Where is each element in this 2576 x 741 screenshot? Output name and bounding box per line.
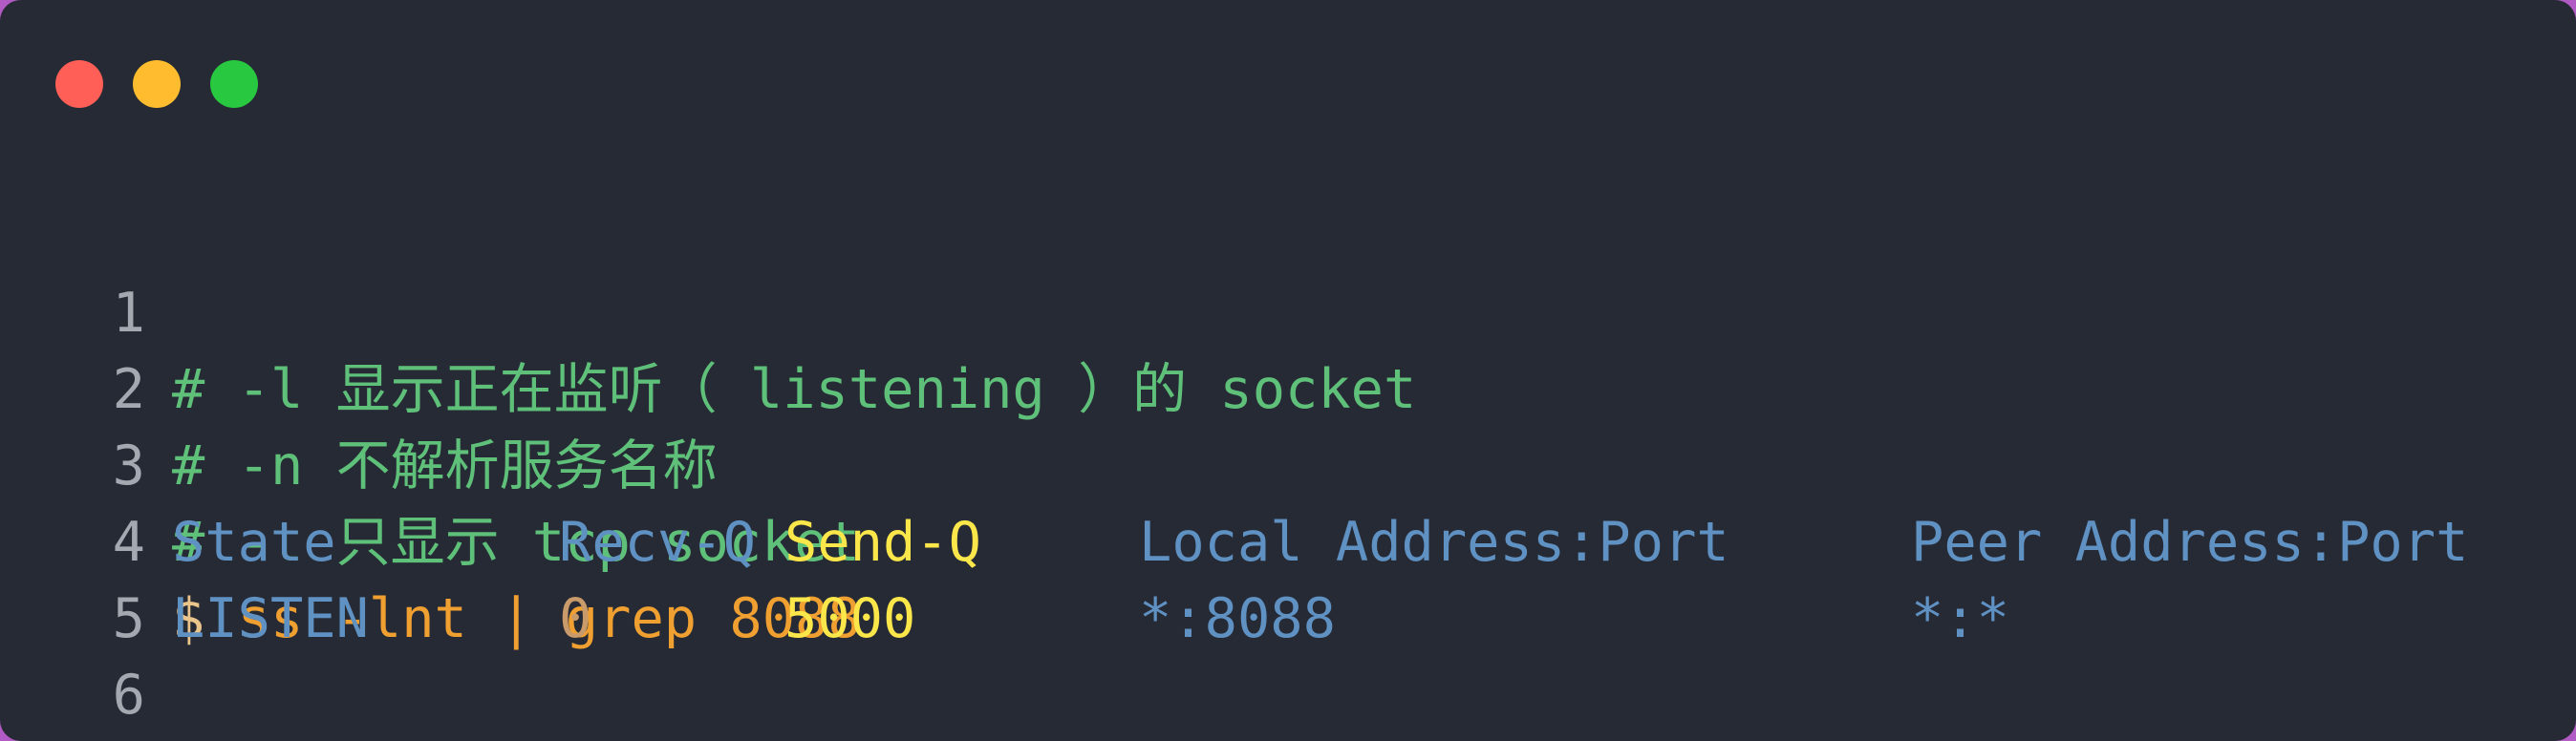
code-line: 1 # -l 显示正在监听（ listening ）的 socket xyxy=(0,199,2576,421)
window-controls xyxy=(55,60,258,108)
code-line: 4 $ ss -lnt | grep 8088 xyxy=(0,428,2576,650)
maximize-button[interactable] xyxy=(210,60,258,108)
header-send-q: Send-Q xyxy=(784,511,981,574)
value-recv-q: 0 xyxy=(559,587,592,650)
minimize-button[interactable] xyxy=(133,60,181,108)
value-send-q: 5000 xyxy=(784,587,916,650)
code-line: 3 # -t 只显示 tcp socket xyxy=(0,351,2576,574)
terminal-window: 1 # -l 显示正在监听（ listening ）的 socket 2 # -… xyxy=(0,0,2576,741)
header-peer-address: Peer Address:Port xyxy=(1911,511,2469,574)
code-line: 6 LISTEN 0 5000 *:8088 *:* xyxy=(0,581,2576,727)
value-peer-address: *:* xyxy=(1911,587,2009,650)
header-local-address: Local Address:Port xyxy=(1139,511,1729,574)
line-number: 6 xyxy=(112,664,145,727)
code-block: 1 # -l 显示正在监听（ listening ）的 socket 2 # -… xyxy=(0,199,2576,727)
header-recv-q: Recv-Q xyxy=(559,511,756,574)
value-state: LISTEN xyxy=(172,587,369,650)
code-line: 5 State Recv-Q Send-Q Local Address:Port… xyxy=(0,504,2576,650)
header-state: State xyxy=(172,511,336,574)
code-line: 2 # -n 不解析服务名称 xyxy=(0,275,2576,498)
value-local-address: *:8088 xyxy=(1139,587,1336,650)
close-button[interactable] xyxy=(55,60,103,108)
